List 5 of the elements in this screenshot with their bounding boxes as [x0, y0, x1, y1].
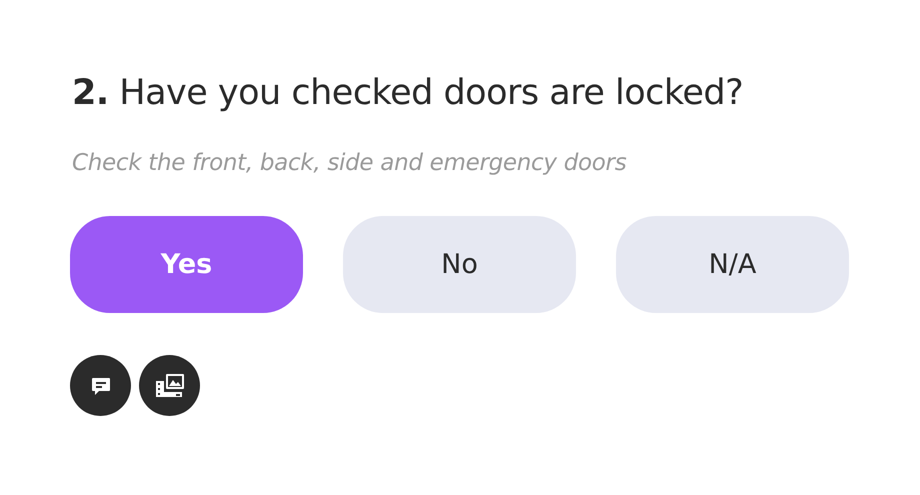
question-title: 2. Have you checked doors are locked?: [72, 73, 744, 113]
answer-option[interactable]: N/A: [616, 216, 849, 313]
question-hint: Check the front, back, side and emergency doors: [72, 150, 628, 176]
answer-option[interactable]: Yes: [70, 216, 303, 313]
answer-option[interactable]: No: [343, 216, 576, 313]
